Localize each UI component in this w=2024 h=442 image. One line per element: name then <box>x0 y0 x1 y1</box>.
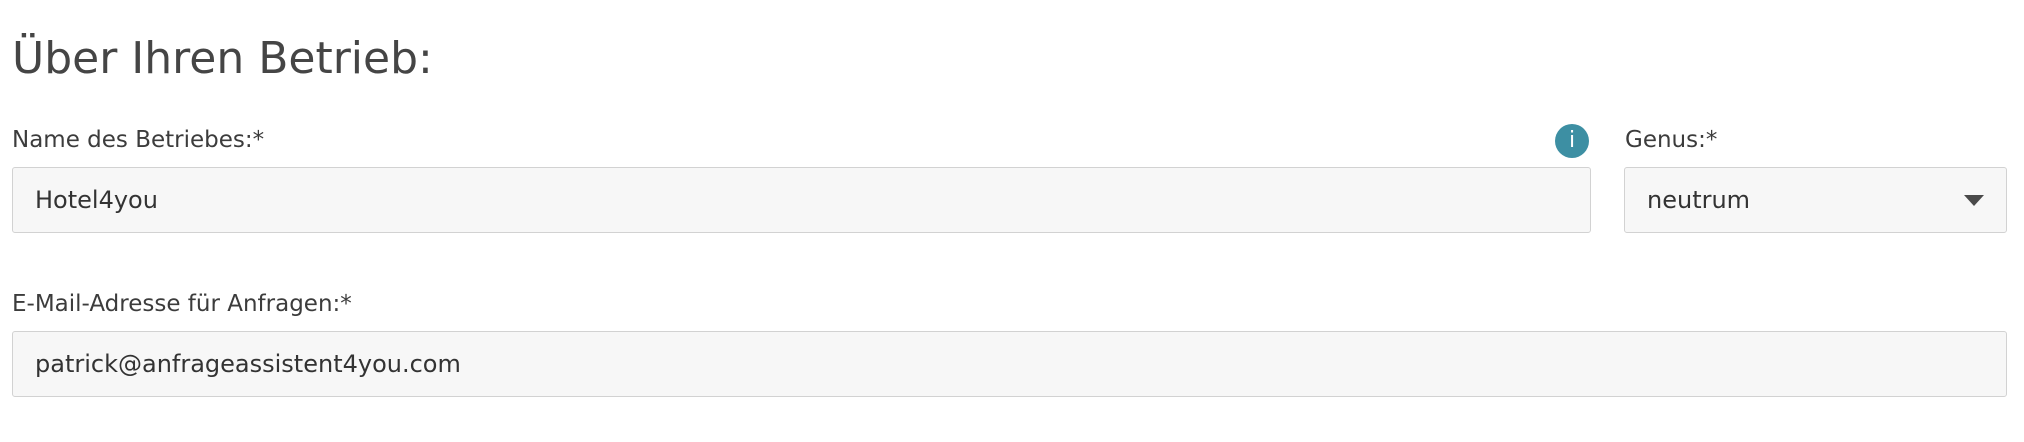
section-title: Über Ihren Betrieb: <box>12 33 433 84</box>
business-name-label: Name des Betriebes:* <box>12 127 265 153</box>
genus-selected-value: neutrum <box>1647 186 1751 214</box>
genus-label: Genus:* <box>1625 127 1718 153</box>
genus-select[interactable]: neutrum <box>1624 167 2007 233</box>
business-name-value: Hotel4you <box>35 186 158 214</box>
email-label: E-Mail-Adresse für Anfragen:* <box>12 291 352 317</box>
email-value: patrick@anfrageassistent4you.com <box>35 350 461 378</box>
chevron-down-icon <box>1964 195 1984 206</box>
info-icon[interactable]: i <box>1555 124 1589 158</box>
business-name-input[interactable]: Hotel4you <box>12 167 1591 233</box>
business-info-section: Über Ihren Betrieb: Name des Betriebes:*… <box>0 0 2024 442</box>
email-input[interactable]: patrick@anfrageassistent4you.com <box>12 331 2007 397</box>
